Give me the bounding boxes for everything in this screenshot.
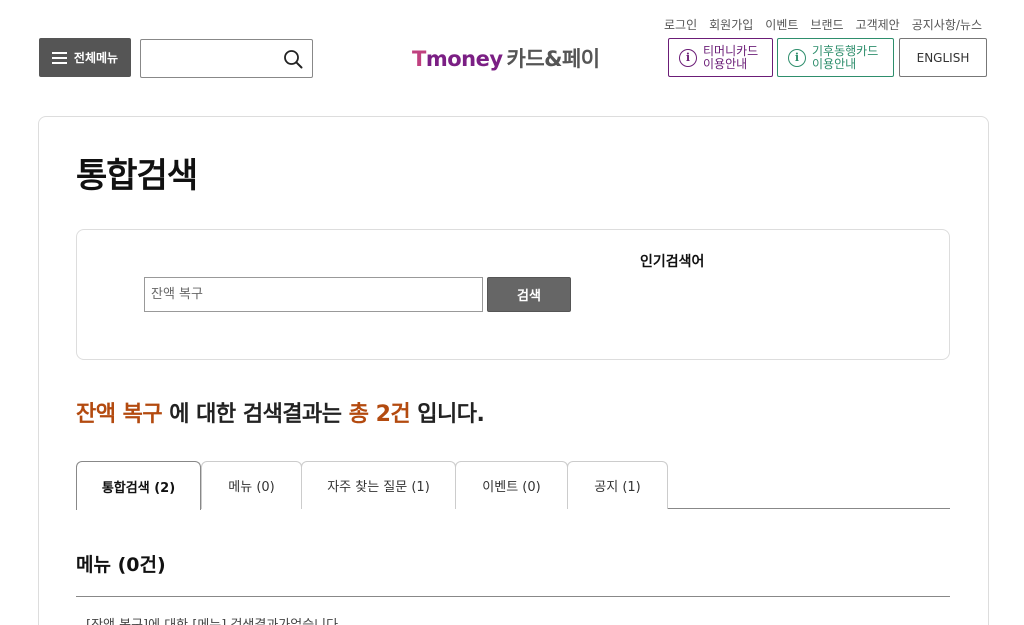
all-menu-label: 전체메뉴 bbox=[73, 51, 119, 65]
header-search bbox=[140, 39, 313, 78]
logo-suffix: 카드&페이 bbox=[506, 47, 601, 71]
section-divider bbox=[76, 596, 950, 597]
all-menu-button[interactable]: 전체메뉴 bbox=[39, 38, 131, 77]
header-search-input[interactable] bbox=[141, 40, 271, 77]
result-keyword: 잔액 복구 bbox=[76, 402, 163, 427]
tab-menu[interactable]: 메뉴 (0) bbox=[201, 461, 302, 509]
integrated-search-input[interactable] bbox=[144, 277, 483, 312]
english-button[interactable]: ENGLISH bbox=[899, 38, 987, 77]
tmoney-card-guide-button[interactable]: i 티머니카드 이용안내 bbox=[668, 38, 773, 77]
notice-news-link[interactable]: 공지사항/뉴스 bbox=[912, 16, 982, 33]
no-result-message: [잔액 복구]에 대한 [메뉴] 검색결과가없습니다 bbox=[86, 614, 338, 625]
tab-notice[interactable]: 공지 (1) bbox=[567, 461, 668, 509]
menu-section-title: 메뉴 (0건) bbox=[76, 554, 166, 576]
result-summary: 잔액 복구 에 대한 검색결과는 총 2건 입니다. bbox=[76, 396, 485, 428]
tmoney-logo[interactable]: Tmoney 카드&페이 bbox=[412, 43, 600, 73]
utility-nav: 로그인 회원가입 이벤트 브랜드 고객제안 공지사항/뉴스 bbox=[664, 16, 982, 33]
search-icon[interactable] bbox=[283, 49, 303, 69]
logo-brand: Tmoney bbox=[412, 47, 503, 71]
signup-link[interactable]: 회원가입 bbox=[709, 16, 753, 33]
climate-guide-label: 기후동행카드 이용안내 bbox=[812, 43, 879, 71]
login-link[interactable]: 로그인 bbox=[664, 16, 697, 33]
brand-link[interactable]: 브랜드 bbox=[810, 16, 843, 33]
event-link[interactable]: 이벤트 bbox=[765, 16, 798, 33]
tmoney-guide-label: 티머니카드 이용안내 bbox=[703, 43, 759, 71]
hamburger-icon bbox=[51, 51, 67, 64]
tab-faq[interactable]: 자주 찾는 질문 (1) bbox=[301, 461, 456, 509]
result-tabs: 통합검색 (2) 메뉴 (0) 자주 찾는 질문 (1) 이벤트 (0) 공지 … bbox=[76, 461, 950, 510]
climate-card-guide-button[interactable]: i 기후동행카드 이용안내 bbox=[777, 38, 894, 77]
tab-event[interactable]: 이벤트 (0) bbox=[455, 461, 568, 509]
customer-suggestion-link[interactable]: 고객제안 bbox=[856, 16, 900, 33]
popular-keywords-title: 인기검색어 bbox=[640, 254, 705, 270]
result-count: 총 2건 bbox=[348, 402, 411, 427]
page-title: 통합검색 bbox=[76, 156, 198, 196]
tab-integrated[interactable]: 통합검색 (2) bbox=[76, 461, 201, 510]
info-icon: i bbox=[788, 48, 806, 67]
result-middle-text: 에 대한 검색결과는 bbox=[162, 402, 349, 427]
integrated-search-box: 검색 인기검색어 bbox=[76, 229, 950, 360]
info-icon: i bbox=[679, 48, 697, 67]
search-submit-button[interactable]: 검색 bbox=[487, 277, 571, 312]
result-end-text: 입니다. bbox=[410, 402, 485, 427]
